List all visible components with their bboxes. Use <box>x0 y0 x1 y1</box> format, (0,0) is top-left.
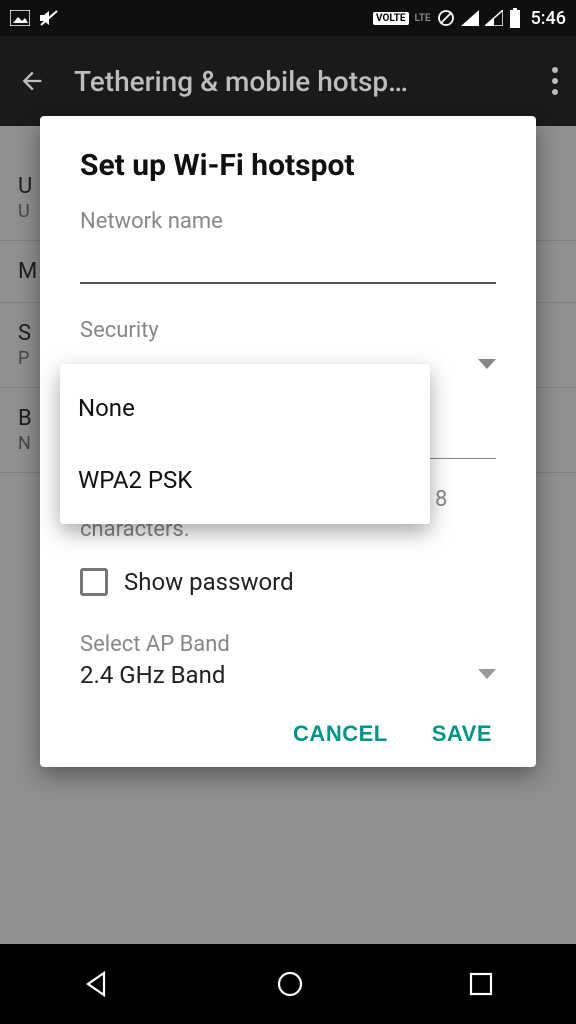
security-option-none[interactable]: None <box>60 372 430 444</box>
status-bar: VOLTE LTE 5:46 <box>0 0 576 36</box>
image-icon <box>10 10 30 26</box>
volume-mute-icon <box>38 8 60 28</box>
security-option-wpa2[interactable]: WPA2 PSK <box>60 444 430 516</box>
volte-badge: VOLTE <box>373 12 409 25</box>
show-password-checkbox[interactable]: Show password <box>80 568 496 596</box>
back-icon[interactable] <box>18 67 46 95</box>
status-right: VOLTE LTE 5:46 <box>373 8 566 29</box>
clock-text: 5:46 <box>531 8 566 29</box>
nav-back-icon[interactable] <box>82 969 112 999</box>
ap-band-value: 2.4 GHz Band <box>80 661 225 689</box>
status-left <box>10 8 60 28</box>
security-label: Security <box>80 318 496 343</box>
signal-icon-2 <box>485 10 503 26</box>
show-password-label: Show password <box>124 568 294 596</box>
do-not-disturb-icon <box>437 9 455 27</box>
page-title: Tethering & mobile hotsp… <box>74 65 524 98</box>
cancel-button[interactable]: CANCEL <box>293 721 388 747</box>
overflow-menu-icon[interactable] <box>552 67 558 95</box>
network-name-label: Network name <box>80 209 496 234</box>
network-name-input[interactable] <box>80 240 496 284</box>
save-button[interactable]: SAVE <box>432 721 492 747</box>
nav-recent-icon[interactable] <box>468 971 494 997</box>
signal-icon <box>461 10 479 26</box>
dialog-title: Set up Wi-Fi hotspot <box>80 148 496 183</box>
security-dropdown-menu: None WPA2 PSK <box>60 364 430 524</box>
page-header: Tethering & mobile hotsp… <box>0 36 576 126</box>
nav-bar <box>0 944 576 1024</box>
chevron-down-icon <box>478 359 496 371</box>
ap-band-select[interactable]: 2.4 GHz Band <box>80 657 496 705</box>
battery-icon <box>509 8 521 28</box>
lte-label: LTE <box>415 13 431 24</box>
chevron-down-icon <box>478 669 496 681</box>
dialog-actions: CANCEL SAVE <box>80 721 496 747</box>
ap-band-label: Select AP Band <box>80 632 496 657</box>
checkbox-icon <box>80 568 108 596</box>
nav-home-icon[interactable] <box>275 969 305 999</box>
